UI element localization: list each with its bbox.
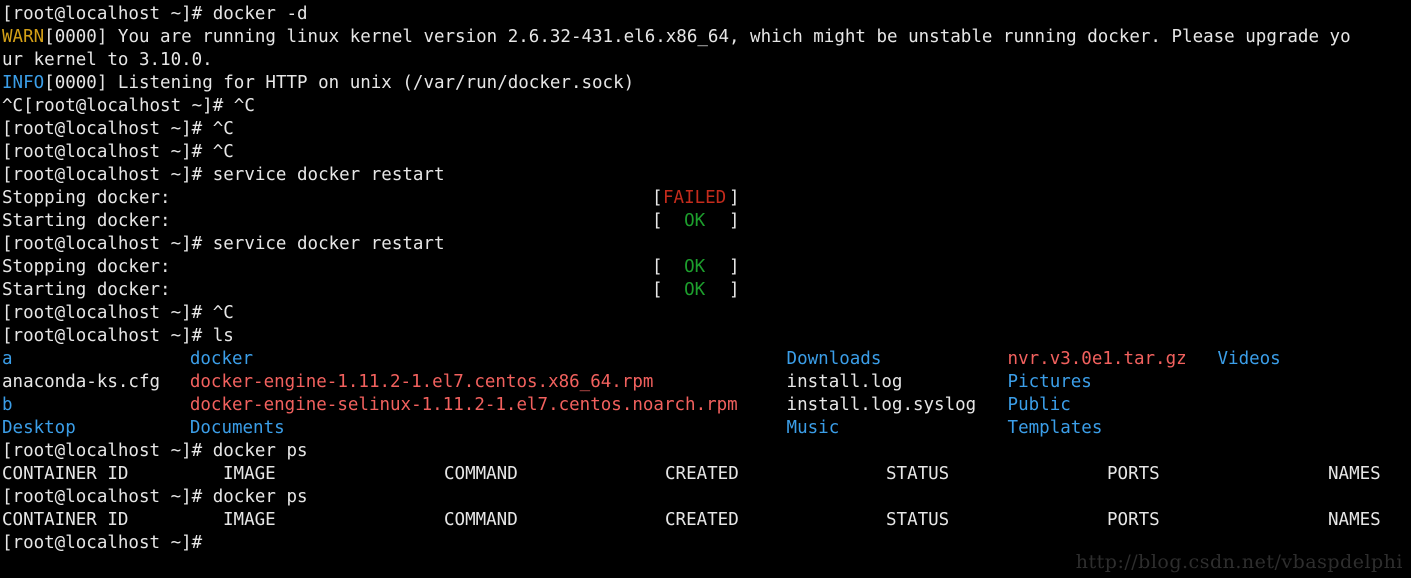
status-bracket-close: ] xyxy=(729,188,740,208)
shell-prompt: [root@localhost ~]# xyxy=(2,234,213,254)
ls-output-row: Desktop Documents Music Templates xyxy=(0,417,1411,440)
ls-entry: Public xyxy=(1007,395,1071,415)
shell-prompt: [root@localhost ~]# xyxy=(2,326,213,346)
docker-ps-column-header: STATUS xyxy=(886,510,950,530)
ls-entry: Videos xyxy=(1217,349,1281,369)
ls-output-listing: a docker Downloads nvr.v3.0e1.tar.gz Videos a… xyxy=(0,348,1411,440)
ls-entry: anaconda-ks.cfg xyxy=(2,372,161,392)
ls-entry: Downloads xyxy=(786,349,882,369)
status-bracket-close: ] xyxy=(729,257,740,277)
terminal-line-info: INFO[0000] Listening for HTTP on unix (/… xyxy=(0,72,1411,95)
service-action-label: Stopping docker: xyxy=(2,257,171,277)
ls-output-row: b docker-engine-selinux-1.11.2-1.el7.cent… xyxy=(0,394,1411,417)
ls-entry: b xyxy=(2,395,13,415)
service-status-line: Stopping docker: [ OK ] xyxy=(0,256,1411,279)
docker-ps-header-row: CONTAINER ID IMAGE COMMAND CREATED STATUS POR… xyxy=(0,463,1411,486)
status-badge-ok: OK xyxy=(663,280,727,300)
docker-ps-column-header: CONTAINER ID xyxy=(2,510,129,530)
ls-entry: nvr.v3.0e1.tar.gz xyxy=(1007,349,1187,369)
log-message-info: [0000] Listening for HTTP on unix (/var/… xyxy=(44,73,635,93)
shell-prompt: [root@localhost ~]# xyxy=(2,4,213,24)
log-level-warn: WARN xyxy=(2,27,45,47)
service-action-label: Stopping docker: xyxy=(2,188,171,208)
status-bracket-close: ] xyxy=(729,211,740,231)
service-action-label: Starting docker: xyxy=(2,211,171,231)
docker-ps-column-header: NAMES xyxy=(1328,464,1381,484)
service-status-line: Starting docker: [ OK ] xyxy=(0,210,1411,233)
status-bracket-open: [ xyxy=(652,257,663,277)
docker-ps-column-header: CREATED xyxy=(665,464,739,484)
docker-ps-column-header: COMMAND xyxy=(444,510,518,530)
docker-ps-column-header: STATUS xyxy=(886,464,950,484)
shell-prompt: [root@localhost ~]# xyxy=(2,165,213,185)
docker-ps-column-header: IMAGE xyxy=(223,510,276,530)
log-level-info: INFO xyxy=(2,73,45,93)
service-status-line: Starting docker: [ OK ] xyxy=(0,279,1411,302)
ls-entry: Music xyxy=(786,418,840,438)
ls-output-row: a docker Downloads nvr.v3.0e1.tar.gz Videos xyxy=(0,348,1411,371)
terminal-line-command: [root@localhost ~]# service docker resta… xyxy=(0,164,1411,187)
terminal-line-interrupt: [root@localhost ~]# ^C xyxy=(2,303,234,323)
command-text: docker -d xyxy=(212,4,308,24)
docker-ps-column-header: CREATED xyxy=(665,510,739,530)
terminal-line-command: [root@localhost ~]# docker -d xyxy=(0,3,1411,26)
command-text: service docker restart xyxy=(212,234,445,254)
status-bracket-close: ] xyxy=(729,280,740,300)
command-text: docker ps xyxy=(212,487,308,507)
log-message-warn: [0000] You are running linux kernel vers… xyxy=(44,27,1351,47)
service-status-line: Stopping docker: [ FAILED ] xyxy=(0,187,1411,210)
docker-ps-column-header: IMAGE xyxy=(223,464,276,484)
command-text: service docker restart xyxy=(212,165,445,185)
docker-ps-column-header: PORTS xyxy=(1107,510,1160,530)
terminal-line-command: [root@localhost ~]# service docker resta… xyxy=(0,233,1411,256)
terminal-line-command: [root@localhost ~]# docker ps xyxy=(0,440,1411,463)
ls-entry: install.log.syslog xyxy=(786,395,977,415)
terminal-line-interrupt: ^C[root@localhost ~]# ^C xyxy=(2,96,255,116)
terminal-line-interrupt: [root@localhost ~]# ^C xyxy=(2,142,234,162)
service-action-label: Starting docker: xyxy=(2,280,171,300)
terminal-line-warn-wrap: ur kernel to 3.10.0. xyxy=(2,50,213,70)
status-bracket-open: [ xyxy=(652,280,663,300)
ls-entry: a xyxy=(2,349,13,369)
ls-entry: Desktop xyxy=(2,418,76,438)
docker-ps-column-header: PORTS xyxy=(1107,464,1160,484)
shell-prompt-active[interactable]: [root@localhost ~]# xyxy=(0,532,1411,555)
docker-ps-header-row: CONTAINER ID IMAGE COMMAND CREATED STATUS POR… xyxy=(0,509,1411,532)
ls-entry: install.log xyxy=(786,372,903,392)
terminal-line-interrupt: [root@localhost ~]# ^C xyxy=(2,119,234,139)
terminal-line-command: [root@localhost ~]# ls xyxy=(0,325,1411,348)
terminal-line-warn: WARN[0000] You are running linux kernel … xyxy=(0,26,1411,49)
ls-entry: docker xyxy=(189,349,254,369)
command-text: docker ps xyxy=(212,441,308,461)
terminal-line-command: [root@localhost ~]# docker ps xyxy=(0,486,1411,509)
status-badge-ok: OK xyxy=(663,211,727,231)
shell-prompt: [root@localhost ~]# xyxy=(2,487,213,507)
docker-ps-column-header: CONTAINER ID xyxy=(2,464,129,484)
ls-output-row: anaconda-ks.cfg docker-engine-1.11.2-1.el… xyxy=(0,371,1411,394)
status-badge-ok: OK xyxy=(663,257,727,277)
status-badge-failed: FAILED xyxy=(663,188,727,208)
status-bracket-open: [ xyxy=(652,211,663,231)
terminal-window[interactable]: [root@localhost ~]# docker -d WARN[0000]… xyxy=(0,0,1411,578)
ls-entry: Pictures xyxy=(1007,372,1092,392)
docker-ps-column-header: COMMAND xyxy=(444,464,518,484)
command-text: ls xyxy=(212,326,234,346)
ls-entry: Templates xyxy=(1007,418,1103,438)
ls-entry: docker-engine-selinux-1.11.2-1.el7.cento… xyxy=(189,395,738,415)
status-bracket-open: [ xyxy=(652,188,663,208)
ls-entry: Documents xyxy=(189,418,285,438)
shell-prompt: [root@localhost ~]# xyxy=(2,441,213,461)
docker-ps-column-header: NAMES xyxy=(1328,510,1381,530)
ls-entry: docker-engine-1.11.2-1.el7.centos.x86_64… xyxy=(189,372,654,392)
